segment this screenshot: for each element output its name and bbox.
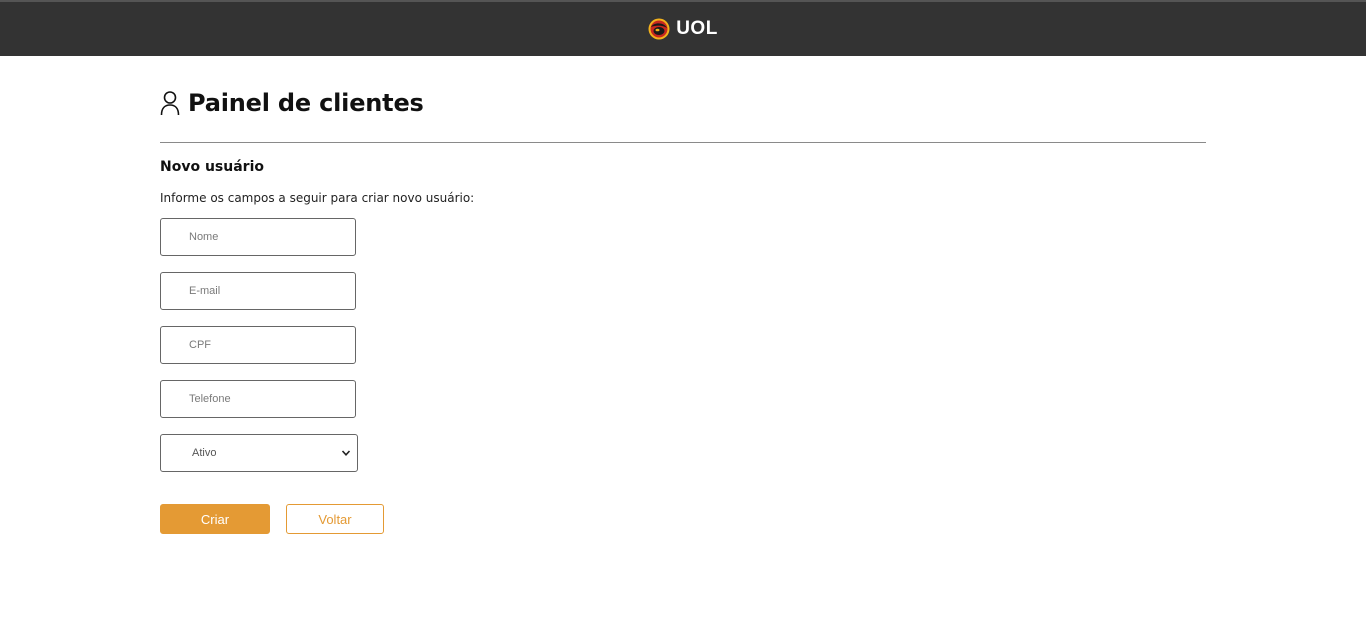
status-select-value: Ativo — [192, 447, 217, 459]
form-instructions: Informe os campos a seguir para criar no… — [160, 191, 475, 205]
user-icon — [160, 91, 180, 116]
email-field[interactable] — [160, 272, 356, 310]
name-field[interactable] — [160, 218, 356, 256]
page-header: Painel de clientes — [160, 89, 424, 117]
brand[interactable]: UOL — [648, 18, 718, 40]
chevron-down-icon — [341, 450, 351, 456]
page-title: Painel de clientes — [188, 89, 424, 117]
phone-field[interactable] — [160, 380, 356, 418]
uol-logo-icon — [648, 18, 670, 40]
section-title: Novo usuário — [160, 159, 264, 175]
back-button[interactable]: Voltar — [286, 504, 384, 534]
header-divider — [160, 142, 1206, 143]
cpf-field[interactable] — [160, 326, 356, 364]
create-button[interactable]: Criar — [160, 504, 270, 534]
brand-name: UOL — [676, 18, 718, 39]
status-select[interactable]: Ativo — [160, 434, 358, 472]
top-bar: UOL — [0, 0, 1366, 56]
